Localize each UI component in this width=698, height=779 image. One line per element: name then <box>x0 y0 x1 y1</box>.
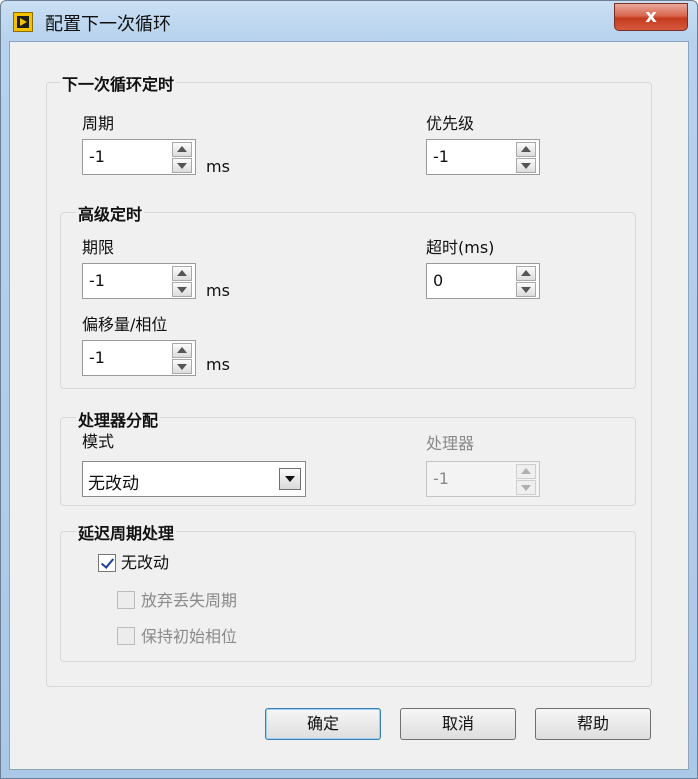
priority-value: -1 <box>433 147 449 166</box>
advanced-timing-title: 高级定时 <box>76 205 145 225</box>
deadline-value: -1 <box>89 271 105 290</box>
discard-missed-periods-checkbox[interactable] <box>117 591 135 609</box>
dialog-client-area: 下一次循环定时 周期 -1 ms 优先级 -1 高级定时 期限 -1 ms 超时… <box>9 41 689 770</box>
decrement-arrow-icon[interactable] <box>172 282 192 297</box>
increment-arrow-icon[interactable] <box>516 464 536 479</box>
processor-input[interactable]: -1 <box>426 461 540 497</box>
no-change-label[interactable]: 无改动 <box>121 553 169 573</box>
decrement-arrow-icon[interactable] <box>172 158 192 173</box>
decrement-arrow-icon[interactable] <box>516 480 536 495</box>
window-title: 配置下一次循环 <box>45 14 171 35</box>
processor-assignment-title: 处理器分配 <box>76 411 161 431</box>
maintain-original-phase-checkbox[interactable] <box>117 627 135 645</box>
close-button[interactable]: x <box>614 3 688 31</box>
decrement-arrow-icon[interactable] <box>172 359 192 374</box>
priority-label: 优先级 <box>426 114 475 133</box>
processor-value: -1 <box>433 469 449 488</box>
discard-missed-periods-label[interactable]: 放弃丢失周期 <box>141 591 237 611</box>
priority-input[interactable]: -1 <box>426 139 540 175</box>
period-value: -1 <box>89 147 105 166</box>
decrement-arrow-icon[interactable] <box>516 282 536 297</box>
labview-app-icon <box>13 12 33 32</box>
cancel-button[interactable]: 取消 <box>400 708 516 740</box>
timeout-label: 超时(ms) <box>426 238 495 257</box>
deadline-label: 期限 <box>82 238 115 257</box>
processor-label: 处理器 <box>426 434 475 453</box>
timeout-spinner[interactable] <box>516 266 536 297</box>
help-button[interactable]: 帮助 <box>535 708 651 740</box>
ok-button[interactable]: 确定 <box>265 708 381 740</box>
dialog-window: 配置下一次循环 x 下一次循环定时 周期 -1 ms 优先级 -1 高级定时 期… <box>0 0 698 779</box>
priority-spinner[interactable] <box>516 142 536 173</box>
period-spinner[interactable] <box>172 142 192 173</box>
deadline-spinner[interactable] <box>172 266 192 297</box>
timeout-value: 0 <box>433 271 444 290</box>
timeout-input[interactable]: 0 <box>426 263 540 299</box>
no-change-checkbox[interactable] <box>98 554 116 572</box>
chevron-down-icon[interactable] <box>279 468 301 490</box>
offset-phase-spinner[interactable] <box>172 343 192 374</box>
maintain-original-phase-label[interactable]: 保持初始相位 <box>141 627 237 647</box>
offset-phase-input[interactable]: -1 <box>82 340 196 376</box>
processor-spinner[interactable] <box>516 464 536 495</box>
next-loop-timing-title: 下一次循环定时 <box>60 75 177 95</box>
increment-arrow-icon[interactable] <box>172 343 192 358</box>
increment-arrow-icon[interactable] <box>516 142 536 157</box>
mode-selected-value: 无改动 <box>88 474 139 494</box>
increment-arrow-icon[interactable] <box>172 266 192 281</box>
offset-phase-label: 偏移量/相位 <box>82 315 168 334</box>
mode-label: 模式 <box>82 432 115 451</box>
title-bar: 配置下一次循环 x <box>1 1 697 41</box>
offset-phase-unit: ms <box>206 355 230 374</box>
period-label: 周期 <box>82 114 115 133</box>
mode-select[interactable]: 无改动 <box>82 461 306 497</box>
increment-arrow-icon[interactable] <box>516 266 536 281</box>
decrement-arrow-icon[interactable] <box>516 158 536 173</box>
period-unit: ms <box>206 157 230 176</box>
late-period-handling-title: 延迟周期处理 <box>76 524 177 544</box>
increment-arrow-icon[interactable] <box>172 142 192 157</box>
deadline-input[interactable]: -1 <box>82 263 196 299</box>
offset-phase-value: -1 <box>89 348 105 367</box>
deadline-unit: ms <box>206 281 230 300</box>
period-input[interactable]: -1 <box>82 139 196 175</box>
